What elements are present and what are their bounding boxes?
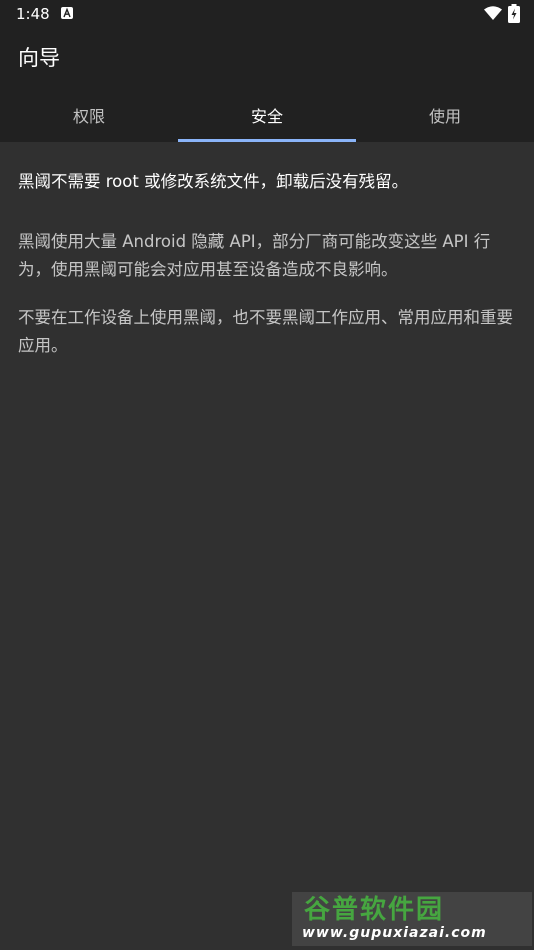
- tab-bar: 权限 安全 使用: [0, 98, 534, 142]
- wifi-icon: [484, 6, 502, 20]
- lead-text: 黑阈不需要 root 或修改系统文件，卸载后没有残留。: [18, 172, 409, 191]
- a-icon: [61, 7, 73, 19]
- tab-permissions[interactable]: 权限: [0, 98, 178, 142]
- tab-label: 权限: [72, 107, 105, 126]
- warning-paragraph-work: 不要在工作设备上使用黑阈，也不要黑阈工作应用、常用应用和重要应用。: [18, 308, 513, 355]
- tab-indicator: [178, 139, 356, 142]
- tab-label: 使用: [428, 107, 461, 126]
- status-bar: 1:48: [0, 0, 534, 28]
- tab-usage[interactable]: 使用: [356, 98, 534, 142]
- tab-security[interactable]: 安全: [178, 98, 356, 142]
- security-content: 黑阈不需要 root 或修改系统文件，卸载后没有残留。 黑阈使用大量 Andro…: [18, 168, 518, 360]
- watermark: 谷普软件园 www.gupuxiazai.com: [292, 892, 532, 946]
- warning-paragraph-api: 黑阈使用大量 Android 隐藏 API，部分厂商可能改变这些 API 行为，…: [18, 232, 491, 279]
- page-title: 向导: [18, 46, 60, 70]
- watermark-url: www.gupuxiazai.com: [302, 925, 487, 941]
- tab-label: 安全: [250, 107, 283, 126]
- battery-charging-icon: [508, 4, 520, 23]
- app-bar: 向导 权限 安全 使用: [0, 28, 534, 142]
- watermark-logo: 谷普软件园: [304, 895, 445, 925]
- status-time: 1:48: [16, 5, 50, 23]
